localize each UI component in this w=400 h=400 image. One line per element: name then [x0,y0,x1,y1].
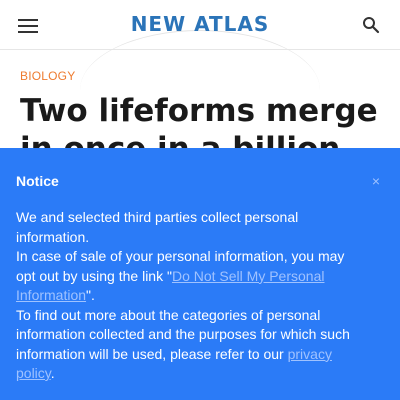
notice-paragraph-privacy: To find out more about the categories of… [16,306,366,384]
site-logo[interactable]: NEW ATLAS [0,12,400,36]
header-decorative-arc [80,30,320,90]
notice-body: We and selected third parties collect pe… [16,208,366,384]
notice-paragraph-opt-out: In case of sale of your personal informa… [16,247,366,306]
opt-out-suffix: ". [86,287,95,303]
privacy-suffix: . [50,365,55,381]
privacy-notice-banner: Notice × We and selected third parties c… [0,148,400,400]
notice-paragraph-collect: We and selected third parties collect pe… [16,209,299,245]
notice-title: Notice [16,173,59,189]
article-category[interactable]: BIOLOGY [20,69,75,83]
page: NEW ATLAS BIOLOGY Two lifeforms merge in… [0,0,400,400]
site-header: NEW ATLAS [0,0,400,50]
close-icon[interactable]: × [372,173,380,189]
search-icon[interactable] [362,16,380,34]
